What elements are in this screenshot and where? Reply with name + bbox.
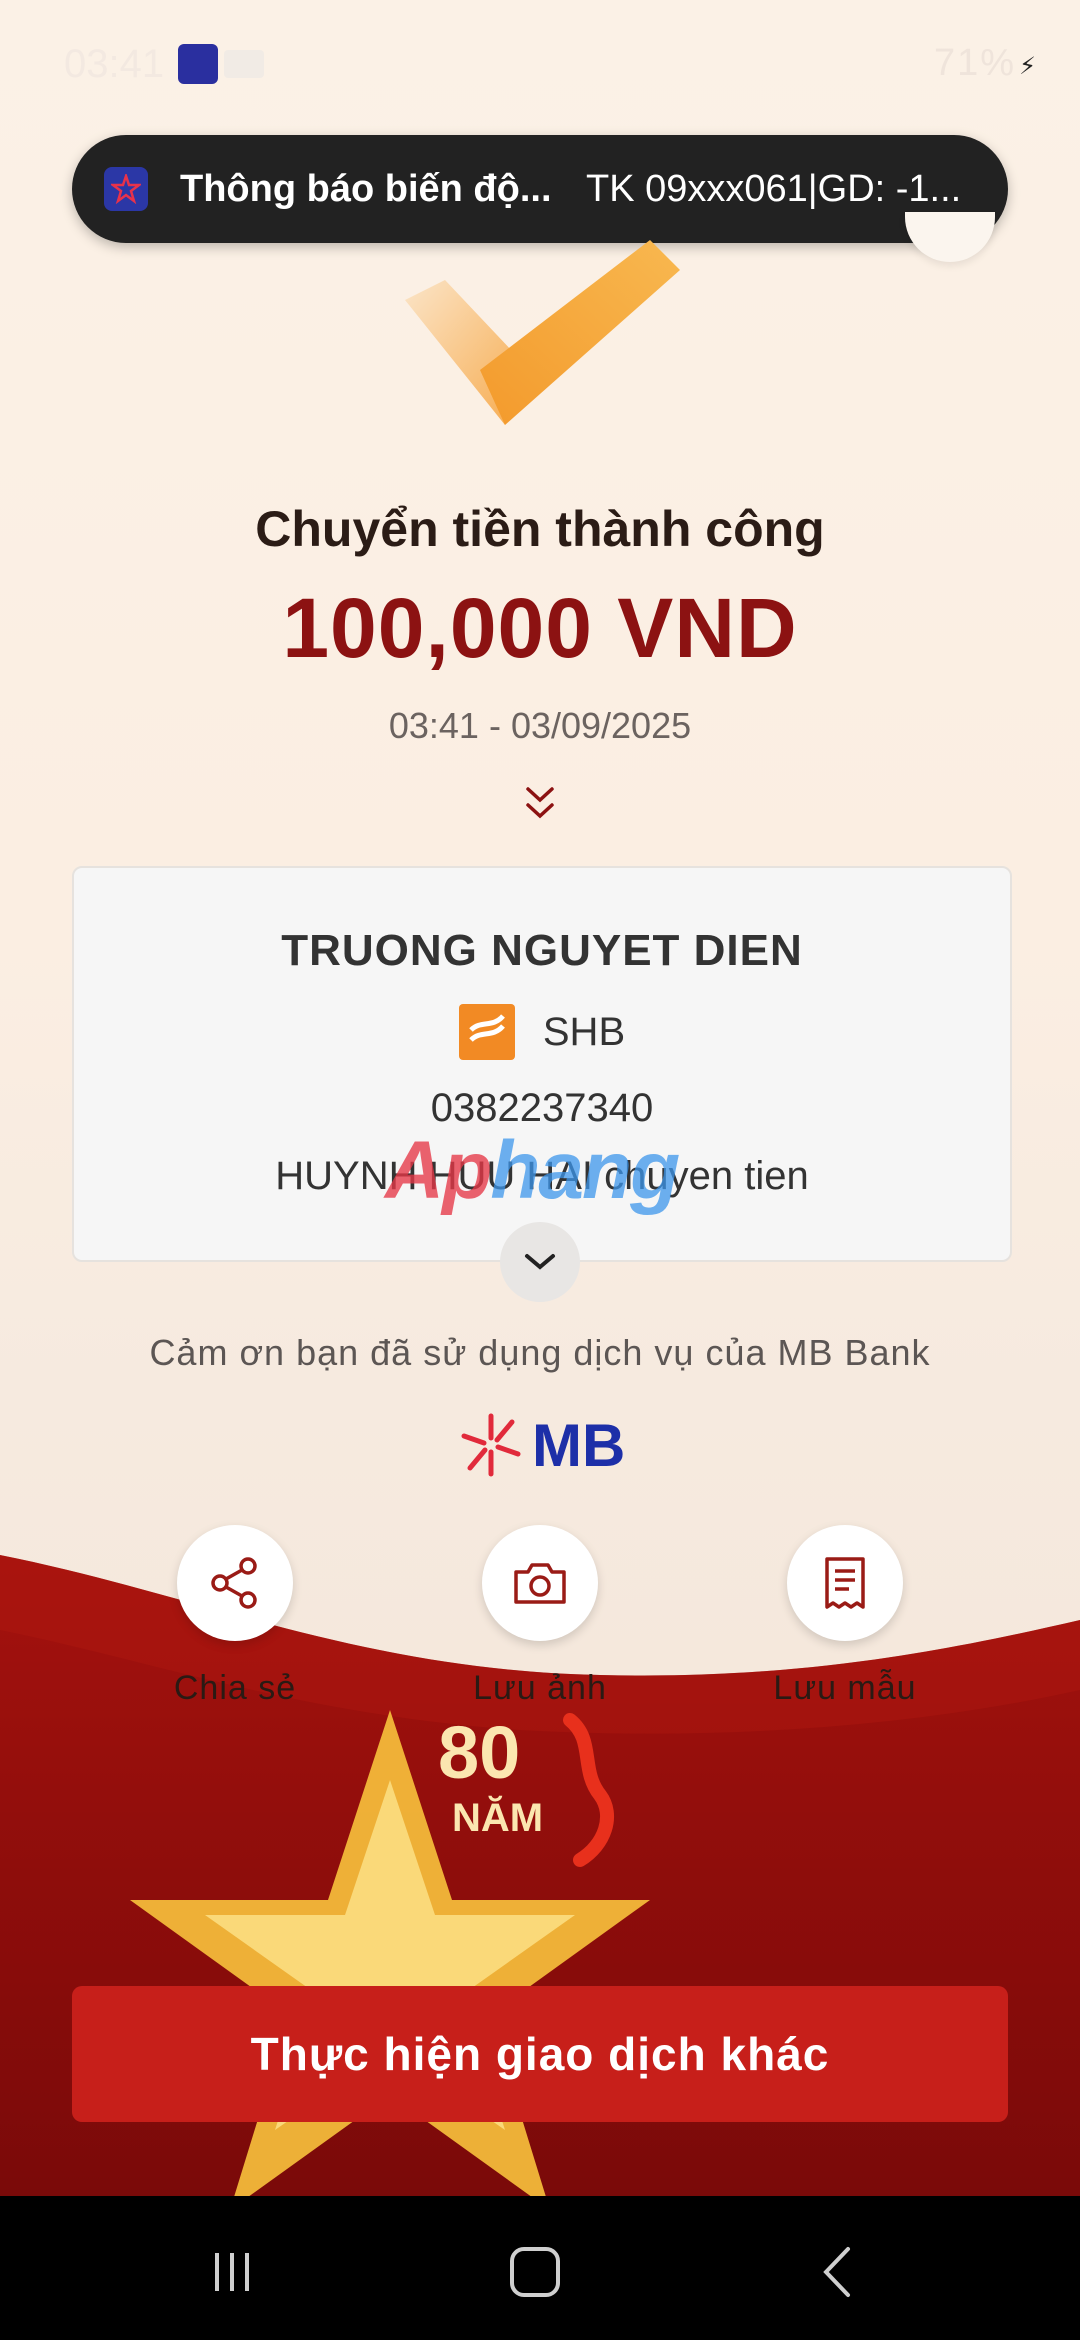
back-button[interactable] (798, 2232, 878, 2312)
double-chevron-down-icon (522, 783, 558, 823)
close-button[interactable] (905, 212, 995, 262)
receipt-icon (825, 1557, 865, 1609)
share-label: Chia sẻ (173, 1669, 297, 1707)
mb-star-icon (461, 1413, 521, 1477)
share-icon (211, 1557, 257, 1609)
save-template-label: Lưu mẫu (773, 1669, 917, 1707)
share-action[interactable]: Chia sẻ (125, 1525, 345, 1708)
mb-app-notification-icon (178, 44, 218, 84)
anniversary-word: NĂM (452, 1796, 544, 1840)
share-button[interactable] (177, 1525, 293, 1641)
notification-body: TK 09xxx061|GD: -1... (586, 167, 962, 210)
mb-app-icon (104, 167, 148, 211)
home-icon (510, 2247, 560, 2297)
status-icons: 71% (934, 42, 1016, 85)
status-bar: 03:41 71% ⚡ (0, 0, 1080, 130)
status-time: 03:41 (64, 42, 165, 86)
action-row: Chia sẻ Lưu ảnh Lưu mẫu (0, 1525, 1080, 1725)
chevron-down-icon (525, 1254, 555, 1270)
receiver-bank: SHB (74, 1004, 1010, 1060)
thanks-text: Cảm ơn bạn đã sử dụng dịch vụ của MB Ban… (149, 1332, 931, 1373)
battery-level: 71% (933, 42, 1016, 84)
save-image-label: Lưu ảnh (473, 1669, 607, 1707)
watermark-part2: hang (490, 1125, 680, 1216)
anniversary-badge: 80 NĂM (430, 1710, 630, 1870)
recent-apps-button[interactable] (192, 2232, 272, 2312)
recent-apps-icon (215, 2253, 249, 2291)
new-transaction-button[interactable]: Thực hiện giao dịch khác (72, 1986, 1008, 2122)
back-icon (823, 2247, 850, 2297)
home-button[interactable] (495, 2232, 575, 2312)
notification-icon (224, 50, 264, 78)
save-image-action[interactable]: Lưu ảnh (430, 1525, 650, 1708)
expand-details-button[interactable] (500, 1222, 580, 1302)
shb-bank-logo-icon (458, 1004, 515, 1060)
success-check-icon (395, 230, 695, 430)
camera-icon (514, 1563, 566, 1604)
save-template-button[interactable] (787, 1525, 903, 1641)
bank-name: SHB (542, 1009, 626, 1054)
mb-bank-logo: MB (458, 1405, 628, 1485)
notification-title: Thông báo biến độ... (180, 167, 550, 210)
mb-logo-text: MB (532, 1411, 626, 1479)
watermark: Aphang (385, 1124, 680, 1218)
save-image-button[interactable] (482, 1525, 598, 1641)
result-title: Chuyển tiền thành công (255, 501, 825, 557)
receiver-name: TRUONG NGUYET DIEN (281, 926, 803, 975)
system-navigation-bar (0, 2196, 1080, 2340)
charging-icon: ⚡ (1019, 53, 1036, 80)
transfer-amount: 100,000 VND (282, 581, 798, 675)
notification-banner[interactable]: Thông báo biến độ... TK 09xxx061|GD: -1.… (72, 135, 1008, 243)
watermark-part1: Ap (385, 1125, 492, 1216)
transfer-datetime: 03:41 - 03/09/2025 (388, 705, 692, 746)
save-template-action[interactable]: Lưu mẫu (735, 1525, 955, 1708)
